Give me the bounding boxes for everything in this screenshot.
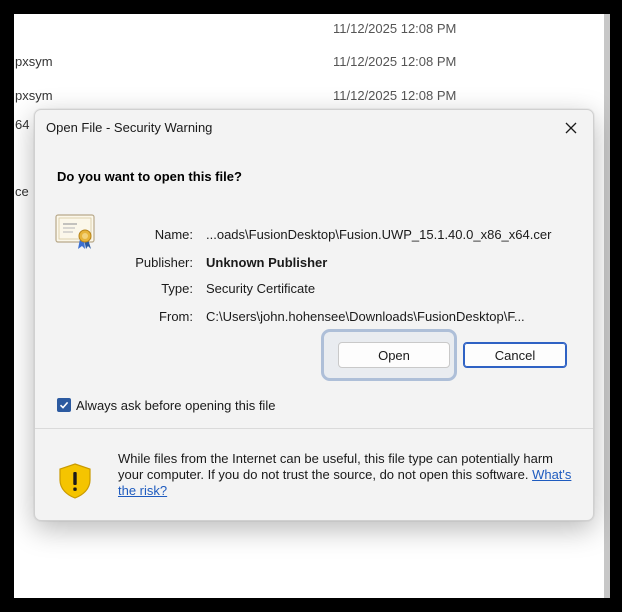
file-name-fragment: ce: [15, 184, 29, 199]
name-value: ...oads\FusionDesktop\Fusion.UWP_15.1.40…: [206, 227, 552, 242]
publisher-value: Unknown Publisher: [206, 255, 328, 270]
publisher-label: Publisher:: [135, 255, 193, 270]
type-label: Type:: [161, 281, 193, 296]
file-name: pxsym: [15, 54, 53, 69]
from-label: From:: [159, 309, 193, 324]
file-row[interactable]: 11/12/2025 12:08 PM: [14, 14, 594, 44]
open-button[interactable]: Open: [338, 342, 450, 368]
file-date: 11/12/2025 12:08 PM: [333, 88, 457, 103]
warning-message: While files from the Internet can be use…: [118, 451, 578, 499]
type-value: Security Certificate: [206, 281, 316, 296]
always-ask-label[interactable]: Always ask before opening this file: [76, 398, 275, 413]
file-date: 11/12/2025 12:08 PM: [333, 54, 457, 69]
warning-shield-icon: [59, 463, 91, 499]
file-date: 11/12/2025 12:08 PM: [333, 21, 457, 36]
close-icon: [565, 122, 577, 134]
close-button[interactable]: [549, 110, 593, 146]
dialog-titlebar[interactable]: Open File - Security Warning: [35, 110, 593, 146]
from-value: C:\Users\john.hohensee\Downloads\FusionD…: [206, 309, 525, 324]
file-name-fragment: 64: [15, 117, 30, 132]
checkmark-icon: [59, 401, 69, 409]
security-warning-dialog: Open File - Security Warning Do you want…: [34, 109, 594, 521]
file-explorer-background: 11/12/2025 12:08 PM pxsym 11/12/2025 12:…: [14, 14, 610, 598]
scrollbar[interactable]: [604, 14, 610, 598]
warning-text: While files from the Internet can be use…: [118, 451, 553, 482]
file-row[interactable]: pxsym 11/12/2025 12:08 PM: [14, 47, 594, 77]
dialog-title: Open File - Security Warning: [46, 120, 213, 135]
file-row[interactable]: pxsym 11/12/2025 12:08 PM: [14, 81, 594, 111]
always-ask-checkbox[interactable]: [57, 398, 71, 412]
dialog-question: Do you want to open this file?: [57, 169, 242, 184]
name-label: Name:: [154, 227, 193, 242]
cancel-button[interactable]: Cancel: [463, 342, 567, 368]
file-name: pxsym: [15, 88, 53, 103]
divider: [35, 428, 593, 429]
